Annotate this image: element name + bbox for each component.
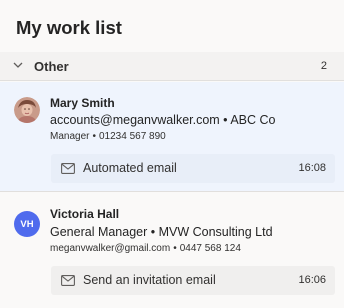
contact-details: General Manager • MVW Consulting Ltd [50,225,273,239]
chevron-down-icon[interactable] [11,58,25,72]
contact-phone: 01234 567 890 [98,131,166,142]
contact-role: Manager [50,131,90,142]
contact-name[interactable]: Mary Smith [50,96,115,110]
group-label: Other [34,59,69,74]
contact-subdetails: Manager • 01234 567 890 [50,131,166,142]
group-header-other[interactable]: Other 2 [0,52,344,81]
mail-icon [61,163,75,174]
group-count: 2 [320,60,327,72]
separator-dot: • [173,243,177,254]
contact-name[interactable]: Victoria Hall [50,207,119,221]
work-item-card[interactable]: Mary Smith accounts@meganvwalker.com • A… [0,82,344,192]
activity-label: Send an invitation email [83,273,216,287]
contact-details: accounts@meganvwalker.com • ABC Co [50,113,276,127]
activity-time: 16:08 [298,162,326,174]
contact-email: meganvwalker@gmail.com [50,243,171,254]
avatar [14,97,40,123]
activity-automated-email[interactable]: Automated email 16:08 [51,154,335,183]
activity-label: Automated email [83,161,177,175]
work-item-card[interactable]: VH Victoria Hall General Manager • MVW C… [0,193,344,308]
avatar: VH [14,211,40,237]
contact-phone: 0447 568 124 [179,243,241,254]
separator-dot: • [92,131,96,142]
page-title: My work list [16,17,122,38]
mail-icon [61,275,75,286]
contact-subdetails: meganvwalker@gmail.com • 0447 568 124 [50,243,241,254]
activity-time: 16:06 [298,274,326,286]
activity-send-invitation-email[interactable]: Send an invitation email 16:06 [51,266,335,295]
